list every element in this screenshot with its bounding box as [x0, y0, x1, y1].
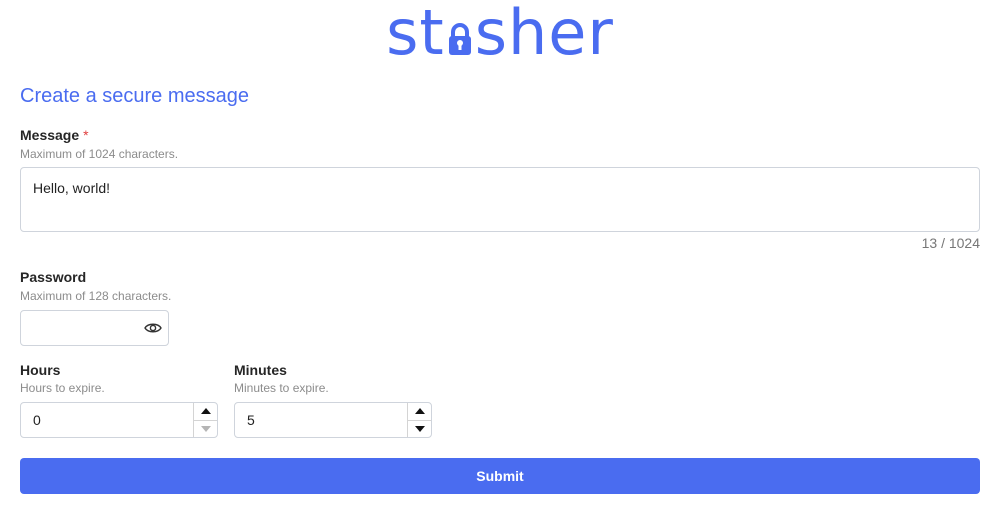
minutes-label: Minutes	[234, 362, 287, 378]
minutes-hint: Minutes to expire.	[234, 381, 329, 395]
caret-up-icon	[200, 408, 211, 415]
eye-icon[interactable]	[144, 320, 162, 336]
character-counter: 13 / 1024	[921, 235, 980, 251]
caret-up-icon	[414, 408, 425, 415]
password-label: Password	[20, 269, 87, 285]
hours-input[interactable]: 0	[20, 402, 218, 438]
page-title: Create a secure message	[20, 85, 250, 107]
minutes-value: 5	[247, 412, 255, 428]
lock-icon	[447, 20, 473, 55]
logo-text-end: sher	[474, 0, 614, 69]
minutes-input[interactable]: 5	[234, 402, 432, 438]
minutes-increment-button[interactable]	[408, 403, 431, 420]
hours-decrement-button[interactable]	[194, 419, 217, 438]
logo-text-start: st	[386, 0, 445, 69]
caret-down-icon	[414, 425, 425, 432]
message-label-text: Message	[20, 127, 80, 143]
hours-stepper[interactable]	[193, 403, 217, 437]
submit-button[interactable]: Submit	[20, 458, 980, 494]
stasher-logo: st sher	[0, 0, 1000, 66]
hours-value: 0	[33, 412, 41, 428]
hours-label: Hours	[20, 362, 61, 378]
minutes-stepper[interactable]	[407, 403, 431, 437]
hours-increment-button[interactable]	[194, 403, 217, 420]
password-hint: Maximum of 128 characters.	[20, 289, 172, 303]
caret-down-icon	[200, 425, 211, 432]
message-hint: Maximum of 1024 characters.	[20, 147, 179, 161]
required-indicator: *	[83, 127, 89, 143]
password-input[interactable]	[20, 310, 169, 346]
message-textarea[interactable]: Hello, world!	[20, 167, 980, 232]
message-label: Message *	[20, 127, 89, 143]
minutes-decrement-button[interactable]	[408, 419, 431, 438]
hours-hint: Hours to expire.	[20, 381, 105, 395]
